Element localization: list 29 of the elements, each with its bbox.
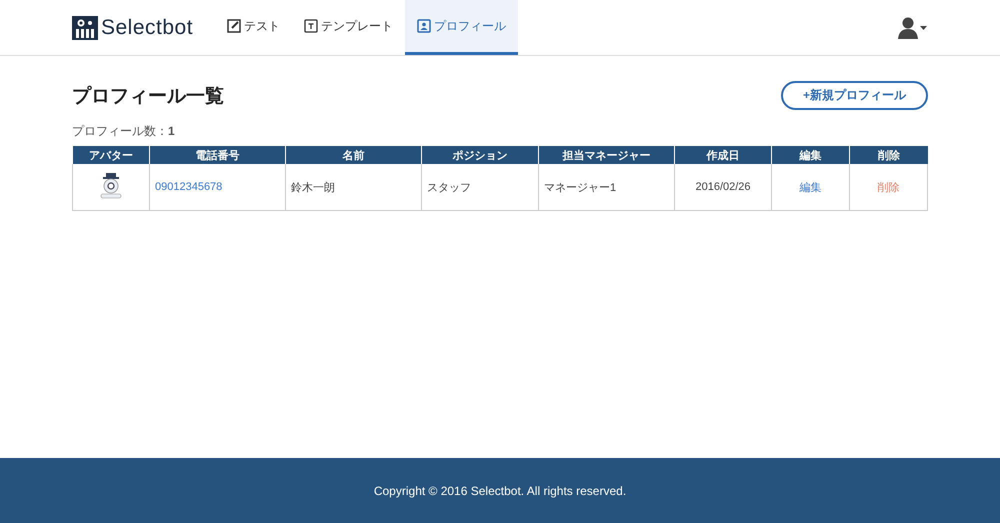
page-title: プロフィール一覧	[72, 84, 224, 108]
name-cell: 鈴木一朗	[291, 182, 335, 194]
position-cell: スタッフ	[427, 182, 471, 194]
document-icon	[304, 19, 318, 33]
column-header: 電話番号	[150, 146, 286, 164]
new-profile-button[interactable]: +新規プロフィール	[781, 81, 928, 110]
column-header: アバター	[72, 146, 150, 164]
column-header: 担当マネージャー	[538, 146, 674, 164]
column-header: 名前	[286, 146, 422, 164]
profile-count: プロフィール数：1	[72, 123, 176, 140]
user-menu-icon[interactable]	[898, 16, 928, 38]
robot-logo-icon	[72, 16, 98, 40]
manager-cell: マネージャー1	[544, 182, 616, 194]
nav-tab[interactable]: プロフィール	[405, 0, 518, 55]
edit-link[interactable]: 編集	[800, 182, 822, 194]
column-header: 削除	[850, 146, 928, 164]
phone-link[interactable]: 09012345678	[155, 181, 222, 193]
robot-avatar-icon	[98, 172, 124, 198]
nav-tab[interactable]: テスト	[215, 0, 292, 55]
person-card-icon	[417, 19, 432, 33]
brand-name[interactable]: Selectbot	[101, 16, 194, 40]
nav-tab[interactable]: テンプレート	[292, 0, 406, 55]
delete-link[interactable]: 削除	[878, 182, 900, 194]
column-header: 編集	[772, 146, 850, 164]
edit-icon	[227, 19, 242, 33]
copyright-text: Copyright © 2016 Selectbot. All rights reserved.	[374, 484, 626, 498]
column-header: 作成日	[674, 146, 772, 164]
column-header: ポジション	[422, 146, 538, 164]
date-cell: 2016/02/26	[695, 181, 751, 193]
